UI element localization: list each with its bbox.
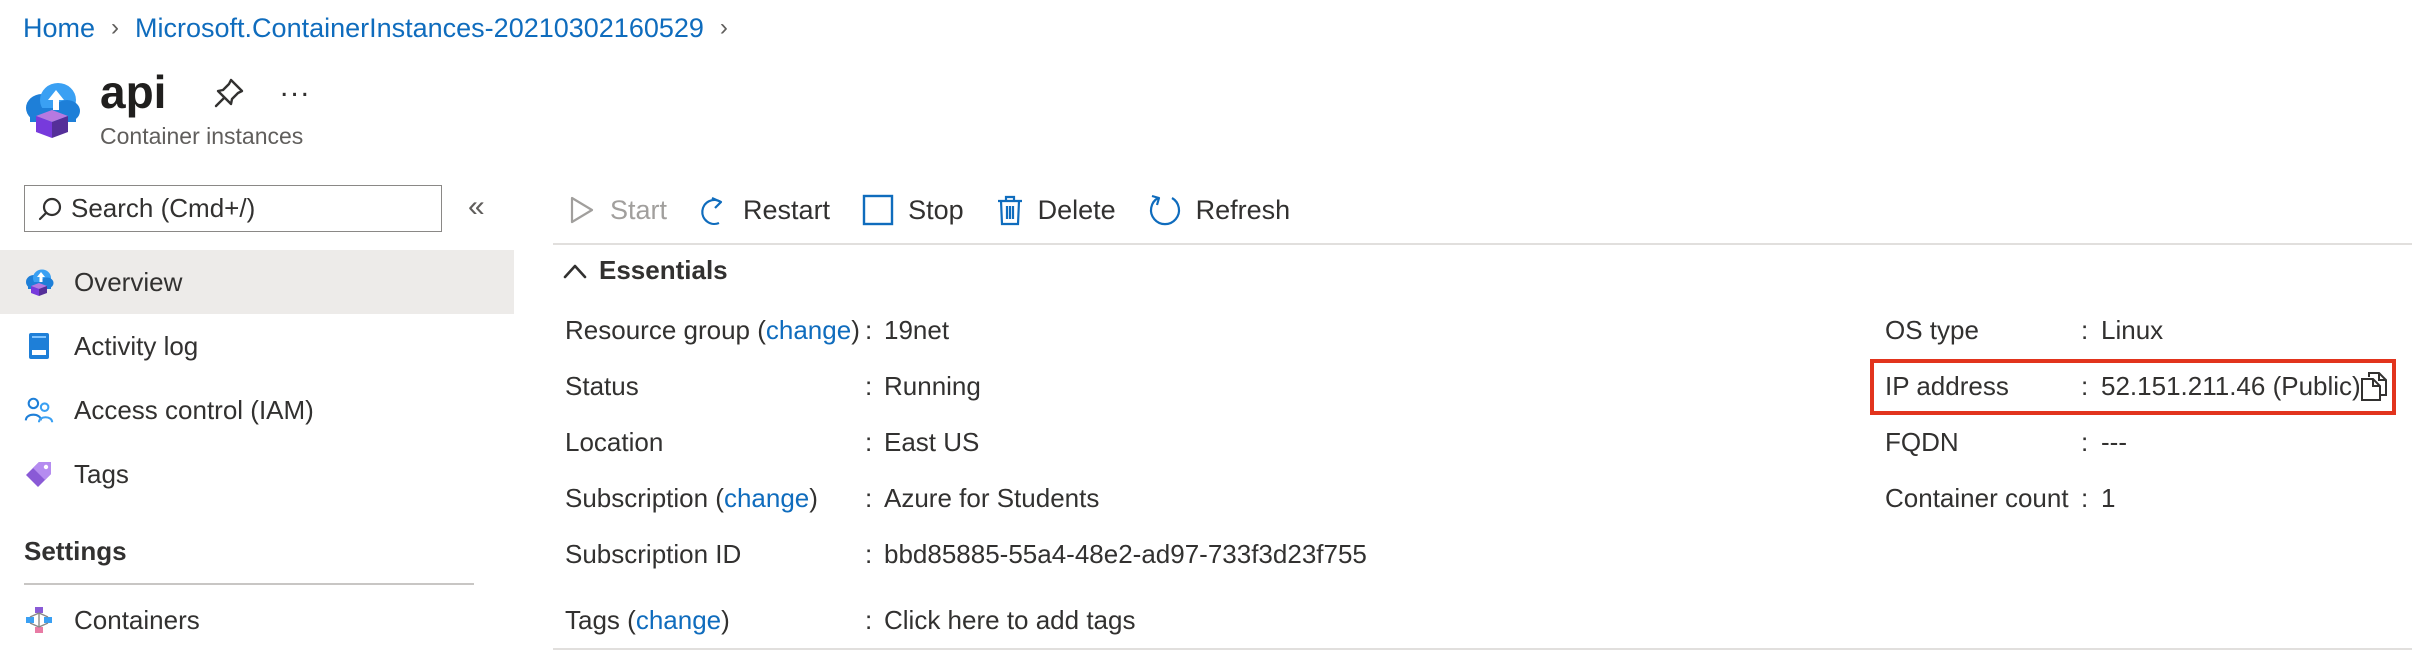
separator-colon: : — [865, 427, 873, 457]
sidebar-item-label: Access control (IAM) — [74, 394, 314, 425]
separator-colon: : — [865, 539, 873, 569]
more-options-button[interactable]: ... — [280, 70, 311, 104]
people-icon — [24, 395, 54, 425]
sidebar-item-containers[interactable]: Containers — [0, 588, 514, 652]
location-label: Location — [565, 427, 664, 457]
refresh-label: Refresh — [1195, 194, 1291, 225]
sidebar-item-access-control[interactable]: Access control (IAM) — [0, 378, 514, 442]
separator-colon: : — [2081, 483, 2089, 513]
status-label: Status — [565, 371, 639, 401]
fqdn-value: --- — [2101, 427, 2127, 457]
subscription-label: Subscription (change) — [565, 483, 818, 513]
sidebar-item-overview[interactable]: Overview — [0, 250, 514, 314]
subscription-id-value: bbd85885-55a4-48e2-ad97-733f3d23f755 — [884, 539, 1367, 569]
status-value: Running — [884, 371, 981, 401]
os-type-value: Linux — [2101, 315, 2164, 345]
command-toolbar: Start Restart Stop Delete Refresh — [568, 187, 1322, 233]
sidebar-item-label: Tags — [74, 458, 129, 489]
divider — [553, 243, 2412, 245]
refresh-button[interactable]: Refresh — [1148, 193, 1291, 227]
separator-colon: : — [865, 371, 873, 401]
separator-colon: : — [865, 605, 873, 635]
stop-label: Stop — [908, 194, 964, 225]
divider — [553, 648, 2412, 650]
restart-icon — [701, 196, 723, 226]
container-count-value: 1 — [2101, 483, 2116, 513]
page-subtitle: Container instances — [100, 123, 304, 149]
change-subscription-link[interactable]: change — [724, 483, 809, 513]
stop-icon — [862, 194, 894, 226]
tags-label: Tags (change) — [565, 605, 730, 635]
activity-log-icon — [24, 331, 54, 361]
separator-colon: : — [2081, 315, 2089, 345]
sidebar-item-label: Activity log — [74, 330, 199, 361]
start-label: Start — [610, 194, 668, 225]
subscription-id-label: Subscription ID — [565, 539, 742, 569]
resource-group-label: Resource group (change) — [565, 315, 860, 345]
change-resource-group-link[interactable]: change — [766, 315, 851, 345]
location-value: East US — [884, 427, 980, 457]
breadcrumb-home-link[interactable]: Home — [23, 13, 95, 44]
play-icon — [570, 196, 594, 224]
sidebar-section-settings: Settings — [24, 536, 127, 566]
restart-label: Restart — [743, 194, 831, 225]
cloud-container-icon — [24, 267, 54, 297]
trash-icon — [997, 195, 1022, 226]
sidebar-item-label: Overview — [74, 266, 183, 297]
breadcrumb-resource-group-link[interactable]: Microsoft.ContainerInstances-20210302160… — [135, 13, 704, 44]
search-input[interactable] — [71, 193, 421, 224]
search-icon — [37, 196, 63, 222]
ip-address-highlight — [1870, 359, 2396, 415]
containers-icon — [24, 605, 54, 635]
start-button[interactable]: Start — [568, 195, 667, 226]
delete-label: Delete — [1037, 194, 1116, 225]
tag-icon — [24, 459, 54, 489]
add-tags-link[interactable]: Click here to add tags — [884, 605, 1135, 636]
container-count-label: Container count — [1885, 483, 2069, 513]
breadcrumb-chevron-icon: › — [111, 14, 120, 41]
search-box[interactable] — [24, 185, 442, 232]
breadcrumb: Home › Microsoft.ContainerInstances-2021… — [23, 8, 744, 48]
chevron-up-icon — [563, 264, 587, 278]
resource-group-value-link[interactable]: 19net — [884, 315, 949, 346]
delete-button[interactable]: Delete — [996, 194, 1116, 226]
separator-colon: : — [865, 315, 873, 345]
refresh-icon — [1149, 194, 1180, 226]
sidebar-item-label: Containers — [74, 604, 200, 635]
change-tags-link[interactable]: change — [636, 605, 721, 635]
breadcrumb-chevron-icon: › — [719, 14, 728, 41]
essentials-toggle[interactable]: Essentials — [563, 255, 728, 286]
page-title: api — [100, 66, 167, 118]
separator-colon: : — [865, 483, 873, 513]
separator-colon: : — [2081, 427, 2089, 457]
pin-icon[interactable] — [212, 76, 246, 110]
sidebar-item-activity-log[interactable]: Activity log — [0, 314, 514, 378]
sidebar-item-tags[interactable]: Tags — [0, 442, 514, 506]
restart-button[interactable]: Restart — [699, 194, 830, 226]
fqdn-label: FQDN — [1885, 427, 1959, 457]
subscription-value-link[interactable]: Azure for Students — [884, 483, 1099, 514]
os-type-label: OS type — [1885, 315, 1979, 345]
collapse-sidebar-button[interactable]: « — [468, 190, 485, 224]
divider — [24, 583, 474, 585]
container-instance-icon — [22, 78, 82, 140]
essentials-heading: Essentials — [599, 255, 728, 285]
stop-button[interactable]: Stop — [862, 194, 964, 226]
